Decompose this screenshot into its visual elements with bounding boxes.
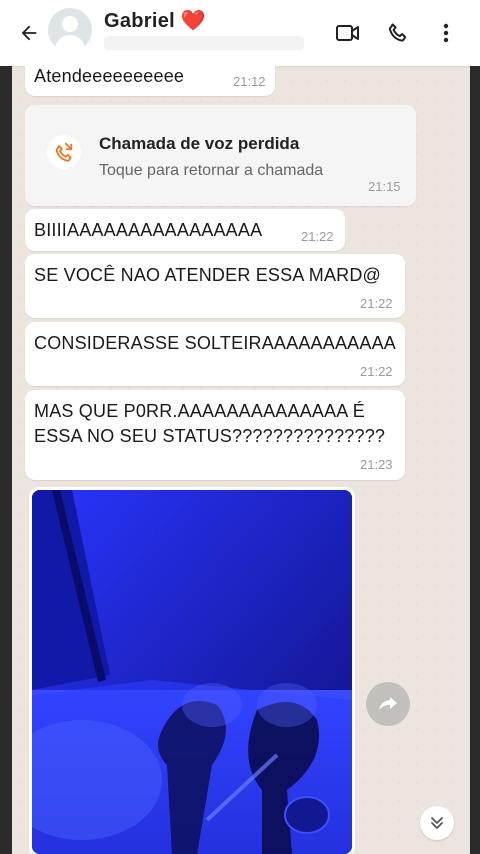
contact-name[interactable]: Gabriel ❤️ bbox=[104, 8, 206, 33]
phone-icon[interactable] bbox=[383, 18, 413, 48]
message-time: 21:22 bbox=[301, 229, 334, 244]
message-text: CONSIDERASSE SOLTEIRAAAAAAAAAAA bbox=[34, 333, 396, 353]
more-vertical-icon[interactable] bbox=[431, 18, 461, 48]
image-content bbox=[32, 490, 352, 854]
back-arrow-icon[interactable] bbox=[14, 18, 44, 48]
heart-emoji: ❤️ bbox=[180, 10, 207, 32]
contact-name-text: Gabriel bbox=[104, 10, 176, 32]
message-time: 21:15 bbox=[368, 179, 401, 194]
message-time: 21:22 bbox=[360, 364, 393, 379]
message-text-line-2: ESSA NO SEU STATUS??????????????? bbox=[34, 426, 386, 446]
image-message[interactable] bbox=[29, 487, 355, 854]
right-edge bbox=[470, 0, 480, 854]
message-text: SE VOCÊ NAO ATENDER ESSA MARD@ bbox=[34, 265, 382, 285]
avatar-head-shape bbox=[62, 16, 78, 32]
message-bubble[interactable]: BIIIIAAAAAAAAAAAAAAAA 21:22 bbox=[25, 209, 345, 251]
message-text-line-1: MAS QUE P0RR.AAAAAAAAAAAAAA É bbox=[34, 401, 365, 421]
avatar[interactable] bbox=[48, 8, 92, 52]
chat-screen: Gabriel ❤️ Atendeeeeeeeeee 21:12 Chamada… bbox=[0, 0, 480, 854]
message-time: 21:23 bbox=[360, 457, 393, 472]
missed-call-subtitle: Toque para retornar a chamada bbox=[99, 162, 324, 179]
message-text: BIIIIAAAAAAAAAAAAAAAA bbox=[34, 220, 263, 240]
image-illustration bbox=[32, 490, 352, 854]
video-call-icon[interactable] bbox=[333, 18, 363, 48]
scroll-down-icon[interactable] bbox=[420, 806, 454, 840]
left-edge bbox=[0, 0, 12, 854]
missed-call-title: Chamada de voz perdida bbox=[99, 134, 300, 153]
message-bubble[interactable]: Atendeeeeeeeeee 21:12 bbox=[25, 52, 275, 96]
missed-call-icon bbox=[47, 135, 81, 169]
message-bubble[interactable]: SE VOCÊ NAO ATENDER ESSA MARD@ 21:22 bbox=[25, 254, 405, 318]
avatar-body-shape bbox=[55, 35, 85, 52]
missed-call-bubble[interactable]: Chamada de voz perdida Toque para retorn… bbox=[25, 105, 416, 206]
message-time: 21:12 bbox=[233, 74, 266, 89]
message-time: 21:22 bbox=[360, 296, 393, 311]
contact-status-blurred bbox=[104, 36, 304, 50]
message-bubble[interactable]: CONSIDERASSE SOLTEIRAAAAAAAAAAA 21:22 bbox=[25, 322, 405, 386]
message-text: Atendeeeeeeeeee bbox=[34, 66, 185, 86]
missed-call-card[interactable]: Chamada de voz perdida Toque para retorn… bbox=[25, 105, 416, 206]
forward-icon[interactable] bbox=[366, 682, 410, 726]
message-bubble[interactable]: MAS QUE P0RR.AAAAAAAAAAAAAA É ESSA NO SE… bbox=[25, 390, 405, 480]
